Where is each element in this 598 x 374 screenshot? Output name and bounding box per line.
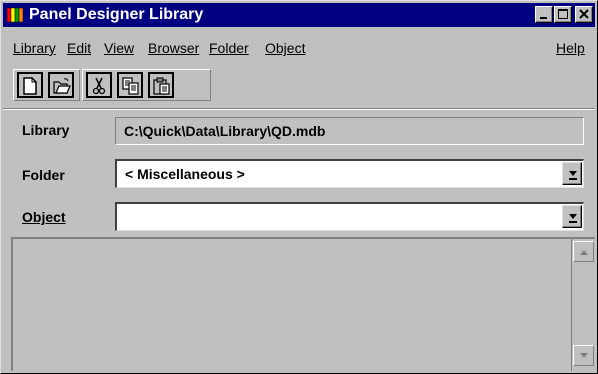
toolbar-group-edit	[82, 69, 211, 101]
toolbar-separator	[3, 108, 595, 110]
object-combobox[interactable]	[115, 202, 584, 231]
object-dropdown-button[interactable]	[562, 205, 582, 228]
menu-bar: Library Edit View Browser Folder Object …	[3, 38, 595, 60]
title-bar[interactable]: Panel Designer Library	[3, 3, 595, 27]
cut-button[interactable]	[86, 72, 112, 98]
maximize-button[interactable]	[554, 6, 572, 23]
scroll-up-button[interactable]	[573, 241, 594, 262]
menu-view[interactable]: View	[104, 38, 134, 58]
app-window: Panel Designer Library Library Edit View…	[0, 0, 598, 374]
toolbar	[13, 69, 225, 101]
menu-folder[interactable]: Folder	[209, 38, 249, 58]
menu-object[interactable]: Object	[265, 38, 305, 58]
copy-button[interactable]	[117, 72, 143, 98]
folder-dropdown-button[interactable]	[562, 162, 582, 185]
folder-label: Folder	[22, 167, 65, 183]
menu-browser[interactable]: Browser	[148, 38, 199, 58]
scroll-down-button[interactable]	[573, 345, 594, 366]
open-button[interactable]	[48, 72, 74, 98]
app-books-icon	[6, 7, 24, 23]
new-button[interactable]	[17, 72, 43, 98]
object-label: Object	[22, 209, 66, 225]
menu-help[interactable]: Help	[556, 38, 585, 58]
library-label: Library	[22, 122, 70, 138]
toolbar-group-file	[13, 69, 80, 101]
paste-button[interactable]	[148, 72, 174, 98]
menu-library[interactable]: Library	[13, 38, 56, 58]
folder-combobox[interactable]: < Miscellaneous >	[115, 159, 584, 188]
vertical-scrollbar[interactable]	[571, 239, 595, 371]
minimize-button[interactable]	[535, 6, 553, 23]
window-title: Panel Designer Library	[29, 6, 204, 23]
object-preview-panel[interactable]	[11, 237, 595, 371]
library-path-field: C:\Quick\Data\Library\QD.mdb	[115, 117, 584, 145]
close-button[interactable]	[575, 6, 593, 23]
folder-combobox-value: < Miscellaneous >	[125, 166, 245, 182]
menu-edit[interactable]: Edit	[67, 38, 91, 58]
